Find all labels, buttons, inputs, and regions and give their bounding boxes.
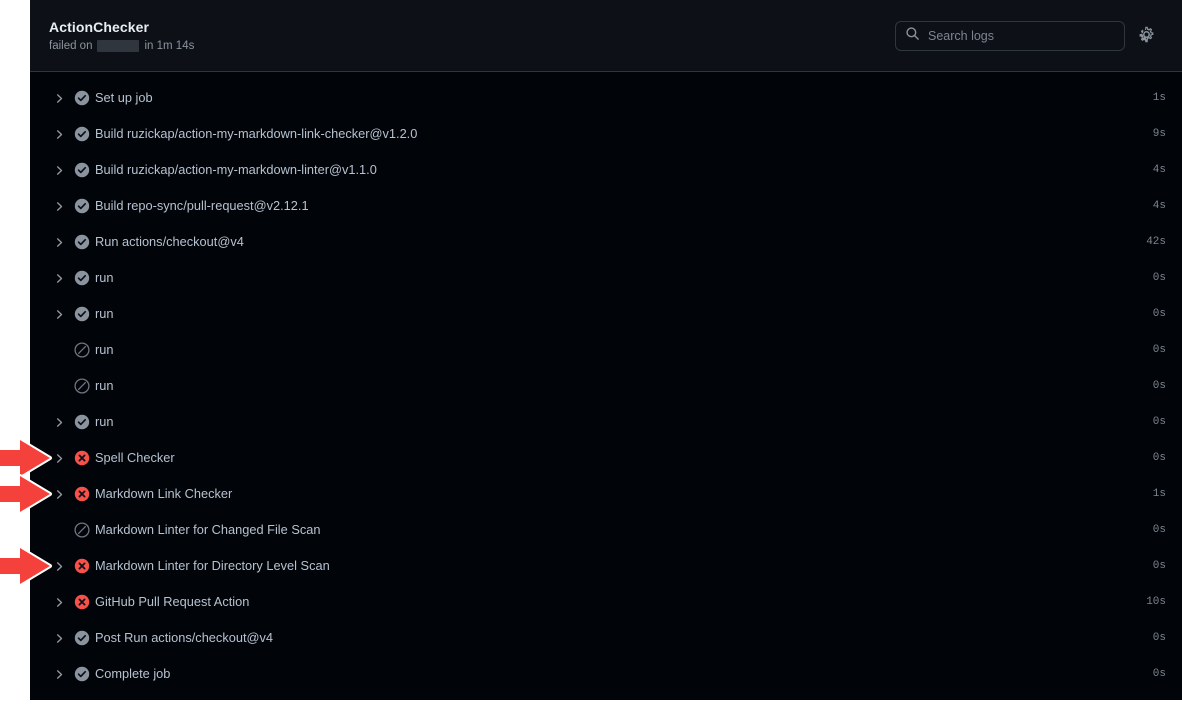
step-row[interactable]: Post Run actions/checkout@v4 0s xyxy=(30,620,1182,656)
step-duration: 0s xyxy=(1152,452,1166,464)
step-duration: 1s xyxy=(1152,92,1166,104)
step-status-success-icon xyxy=(69,666,95,682)
chevron-right-icon[interactable] xyxy=(49,669,69,680)
step-row[interactable]: run 0s xyxy=(30,332,1182,368)
step-duration: 0s xyxy=(1152,416,1166,428)
chevron-right-icon[interactable] xyxy=(49,273,69,284)
redacted-branch-badge xyxy=(97,39,140,52)
step-status-skipped-icon xyxy=(69,342,95,358)
page-title: ActionChecker xyxy=(49,18,150,35)
workflow-log-panel: ActionChecker failed on in 1m 14s Search… xyxy=(30,0,1182,700)
step-label: Spell Checker xyxy=(95,450,175,465)
header-actions xyxy=(895,20,1158,51)
step-row[interactable]: Build ruzickap/action-my-markdown-link-c… xyxy=(30,116,1182,152)
step-row[interactable]: Markdown Linter for Directory Level Scan… xyxy=(30,548,1182,584)
step-label: Set up job xyxy=(95,90,153,105)
step-label: run xyxy=(95,306,114,321)
job-status-prefix: failed on xyxy=(49,39,93,52)
step-label: Post Run actions/checkout@v4 xyxy=(95,630,274,645)
step-row[interactable]: Set up job 1s xyxy=(30,80,1182,116)
step-duration: 0s xyxy=(1152,344,1166,356)
step-label: Markdown Linter for Directory Level Scan xyxy=(95,558,330,573)
steps-list: Set up job 1s Build ruzickap/action-my-mar… xyxy=(30,72,1182,692)
search-logs-box[interactable] xyxy=(895,20,1125,51)
step-label: Build ruzickap/action-my-markdown-link-c… xyxy=(95,126,418,141)
step-row[interactable]: run 0s xyxy=(30,260,1182,296)
step-row[interactable]: Markdown Linter for Changed File Scan 0s xyxy=(30,512,1182,548)
step-status-success-icon xyxy=(69,162,95,178)
step-row[interactable]: Complete job 0s xyxy=(30,656,1182,692)
step-duration: 0s xyxy=(1152,524,1166,536)
step-duration: 1s xyxy=(1152,488,1166,500)
step-status-failure-icon xyxy=(69,594,95,610)
step-label: Build ruzickap/action-my-markdown-linter… xyxy=(95,162,377,177)
step-row[interactable]: Build repo-sync/pull-request@v2.12.1 4s xyxy=(30,188,1182,224)
chevron-right-icon[interactable] xyxy=(49,165,69,176)
step-duration: 4s xyxy=(1152,200,1166,212)
chevron-right-icon[interactable] xyxy=(49,561,69,572)
step-status-skipped-icon xyxy=(69,378,95,394)
step-row[interactable]: run 0s xyxy=(30,368,1182,404)
step-status-success-icon xyxy=(69,306,95,322)
settings-button[interactable] xyxy=(1134,24,1158,48)
chevron-right-icon[interactable] xyxy=(49,597,69,608)
chevron-right-icon[interactable] xyxy=(49,237,69,248)
job-status-line: failed on in 1m 14s xyxy=(49,39,194,53)
gear-icon xyxy=(1138,26,1155,46)
log-header: ActionChecker failed on in 1m 14s xyxy=(30,0,1182,72)
step-duration: 4s xyxy=(1152,164,1166,176)
step-label: run xyxy=(95,270,114,285)
chevron-right-icon[interactable] xyxy=(49,453,69,464)
job-summary: ActionChecker failed on in 1m 14s xyxy=(49,19,194,53)
step-row[interactable]: Markdown Link Checker 1s xyxy=(30,476,1182,512)
step-duration: 9s xyxy=(1152,128,1166,140)
step-status-success-icon xyxy=(69,198,95,214)
step-status-success-icon xyxy=(69,90,95,106)
step-label: run xyxy=(95,342,114,357)
step-row[interactable]: run 0s xyxy=(30,404,1182,440)
step-duration: 0s xyxy=(1152,560,1166,572)
chevron-right-icon[interactable] xyxy=(49,129,69,140)
step-label: Run actions/checkout@v4 xyxy=(95,234,244,249)
step-status-failure-icon xyxy=(69,486,95,502)
search-icon xyxy=(905,26,920,46)
step-row[interactable]: run 0s xyxy=(30,296,1182,332)
step-status-success-icon xyxy=(69,414,95,430)
step-row[interactable]: Build ruzickap/action-my-markdown-linter… xyxy=(30,152,1182,188)
step-status-success-icon xyxy=(69,270,95,286)
step-label: Complete job xyxy=(95,666,171,681)
step-label: Markdown Link Checker xyxy=(95,486,233,501)
step-status-skipped-icon xyxy=(69,522,95,538)
step-status-failure-icon xyxy=(69,558,95,574)
step-duration: 0s xyxy=(1152,272,1166,284)
step-status-success-icon xyxy=(69,630,95,646)
job-duration-text: in 1m 14s xyxy=(144,39,195,52)
chevron-right-icon[interactable] xyxy=(49,417,69,428)
chevron-right-icon[interactable] xyxy=(49,309,69,320)
step-row[interactable]: Spell Checker 0s xyxy=(30,440,1182,476)
step-duration: 0s xyxy=(1152,308,1166,320)
step-duration: 0s xyxy=(1152,632,1166,644)
step-row[interactable]: GitHub Pull Request Action 10s xyxy=(30,584,1182,620)
step-status-success-icon xyxy=(69,126,95,142)
step-label: run xyxy=(95,414,114,429)
chevron-right-icon[interactable] xyxy=(49,93,69,104)
step-label: run xyxy=(95,378,114,393)
step-label: Markdown Linter for Changed File Scan xyxy=(95,522,321,537)
step-duration: 0s xyxy=(1152,380,1166,392)
search-input[interactable] xyxy=(928,28,1115,43)
step-label: GitHub Pull Request Action xyxy=(95,594,250,609)
step-status-success-icon xyxy=(69,234,95,250)
step-duration: 42s xyxy=(1146,236,1166,248)
step-status-failure-icon xyxy=(69,450,95,466)
step-duration: 10s xyxy=(1146,596,1166,608)
chevron-right-icon[interactable] xyxy=(49,633,69,644)
chevron-right-icon[interactable] xyxy=(49,201,69,212)
step-row[interactable]: Run actions/checkout@v4 42s xyxy=(30,224,1182,260)
chevron-right-icon[interactable] xyxy=(49,489,69,500)
step-duration: 0s xyxy=(1152,668,1166,680)
step-label: Build repo-sync/pull-request@v2.12.1 xyxy=(95,198,309,213)
